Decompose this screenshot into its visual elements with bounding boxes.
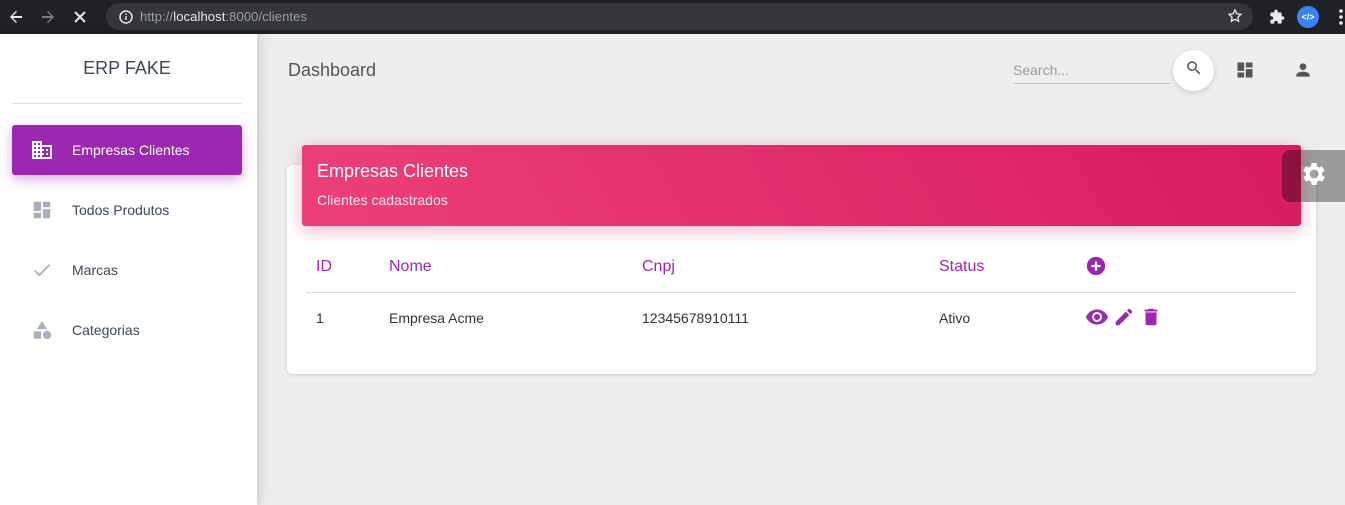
settings-plugin-button[interactable] bbox=[1282, 150, 1345, 202]
column-header-cnpj: Cnpj bbox=[642, 258, 675, 275]
sidebar-item-label: Empresas Clientes bbox=[72, 142, 190, 158]
add-circle-icon bbox=[1085, 255, 1107, 282]
dev-extension-icon[interactable]: </> bbox=[1297, 6, 1319, 28]
search-icon bbox=[1185, 59, 1203, 82]
pencil-icon bbox=[1113, 306, 1135, 333]
back-icon[interactable] bbox=[0, 0, 32, 34]
sidebar-item-todos-produtos[interactable]: Todos Produtos bbox=[12, 185, 242, 235]
eye-icon bbox=[1085, 305, 1109, 334]
url-text: http://localhost:8000/clientes bbox=[140, 9, 307, 24]
brand-divider bbox=[12, 103, 242, 104]
column-header-id: ID bbox=[316, 258, 332, 275]
sidebar-item-label: Marcas bbox=[72, 262, 118, 278]
dashboard-icon bbox=[30, 198, 54, 222]
category-icon bbox=[30, 318, 54, 342]
search-input[interactable] bbox=[1013, 56, 1171, 84]
url-path: :8000/clientes bbox=[225, 9, 308, 24]
trash-icon bbox=[1140, 306, 1162, 333]
delete-button[interactable] bbox=[1139, 307, 1163, 331]
table-header-divider bbox=[306, 292, 1296, 293]
star-icon[interactable] bbox=[1227, 8, 1243, 29]
column-header-status: Status bbox=[939, 258, 985, 275]
view-button[interactable] bbox=[1085, 307, 1109, 331]
business-icon bbox=[30, 138, 54, 162]
dashboard-icon[interactable] bbox=[1233, 58, 1257, 82]
sidebar-item-label: Todos Produtos bbox=[72, 202, 170, 218]
column-header-nome: Nome bbox=[389, 258, 432, 275]
sidebar-item-categorias[interactable]: Categorias bbox=[12, 305, 242, 355]
page-title[interactable]: Dashboard bbox=[288, 60, 376, 81]
stop-icon[interactable] bbox=[64, 0, 96, 34]
edit-button[interactable] bbox=[1112, 307, 1136, 331]
url-scheme: http:// bbox=[140, 9, 174, 24]
cell-status: Ativo bbox=[939, 310, 971, 326]
sidebar-item-empresas-clientes[interactable]: Empresas Clientes bbox=[12, 125, 242, 175]
cell-cnpj: 12345678910111 bbox=[642, 310, 749, 326]
card-subtitle: Clientes cadastrados bbox=[317, 192, 448, 208]
info-icon[interactable] bbox=[118, 9, 134, 25]
card-header: Empresas Clientes Clientes cadastrados bbox=[302, 145, 1301, 226]
search-button[interactable] bbox=[1173, 50, 1214, 91]
person-icon[interactable] bbox=[1291, 58, 1315, 82]
url-host: localhost bbox=[173, 9, 226, 24]
add-client-button[interactable] bbox=[1084, 256, 1108, 280]
sidebar-item-label: Categorias bbox=[72, 322, 140, 338]
brand-logo-text[interactable]: ERP FAKE bbox=[0, 58, 254, 79]
gear-icon bbox=[1299, 159, 1329, 194]
address-bar[interactable]: http://localhost:8000/clientes bbox=[106, 3, 1253, 30]
puzzle-icon[interactable] bbox=[1266, 6, 1288, 28]
forward-icon[interactable] bbox=[32, 0, 64, 34]
sidebar: ERP FAKE Empresas Clientes Todos Produto… bbox=[0, 34, 257, 505]
card-title: Empresas Clientes bbox=[317, 161, 469, 181]
cell-id: 1 bbox=[316, 310, 324, 326]
cell-nome: Empresa Acme bbox=[389, 310, 484, 326]
check-icon bbox=[30, 258, 54, 282]
menu-icon[interactable] bbox=[1330, 6, 1345, 28]
sidebar-item-marcas[interactable]: Marcas bbox=[12, 245, 242, 295]
